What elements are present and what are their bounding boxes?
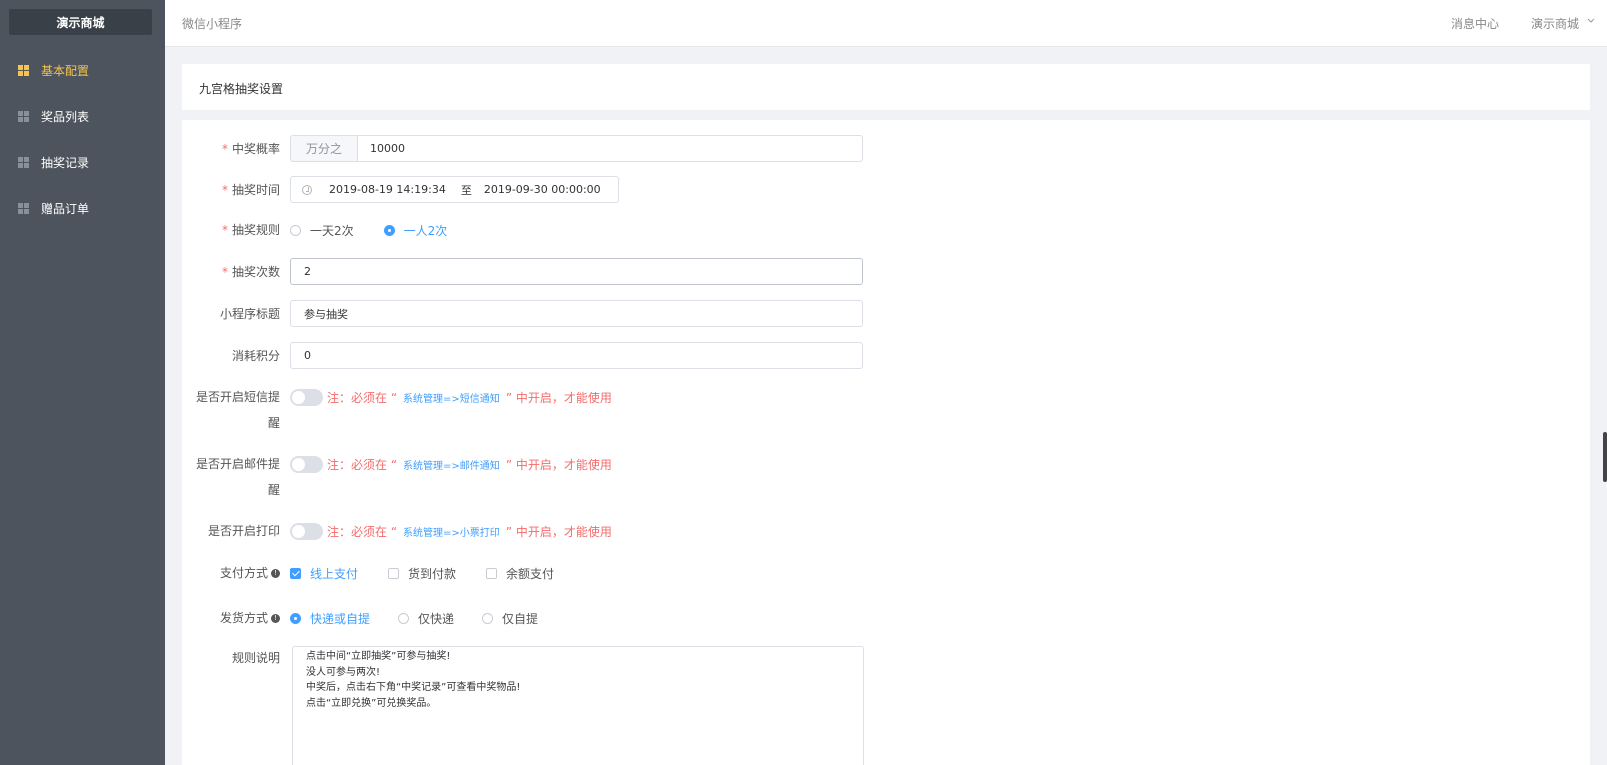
payment-row: 支付方式! 线上支付 货到付款 余额支付: [182, 560, 584, 586]
rules-line: 中奖后，点击右下角“中奖记录”可查看中奖物品!: [306, 682, 521, 693]
probability-row: * 中奖概率 万分之 10000: [182, 135, 863, 162]
chevron-down-icon[interactable]: [1587, 15, 1595, 27]
probability-label: * 中奖概率: [221, 141, 280, 156]
mail-label: 是否开启邮件提醒: [195, 457, 280, 497]
message-center-link[interactable]: 消息中心: [1451, 15, 1499, 32]
sms-label: 是否开启短信提醒: [195, 390, 280, 430]
time-label: * 抽奖时间: [221, 182, 280, 197]
sms-note: 注：必须在 “系统管理=>短信通知” 中开启，才能使用: [327, 390, 612, 405]
info-icon[interactable]: !: [271, 614, 280, 623]
delivery-radio-express-only[interactable]: 仅快递: [398, 610, 454, 627]
mail-settings-link[interactable]: 系统管理=>邮件通知: [403, 461, 500, 472]
sidebar-item-draw-records[interactable]: 抽奖记录: [0, 139, 165, 185]
mail-row: 是否开启邮件提醒 注：必须在 “系统管理=>邮件通知” 中开启，才能使用: [182, 451, 612, 503]
radio-circle-icon: [290, 612, 301, 624]
points-row: 消耗积分 0: [182, 342, 863, 369]
sms-toggle[interactable]: [290, 388, 323, 406]
count-label: * 抽奖次数: [221, 264, 280, 279]
rules-line: 没人可参与两次!: [306, 666, 381, 678]
grid-icon: [18, 64, 29, 76]
checkbox-icon: [290, 567, 301, 579]
rules-line: 点击“立即兑换”可兑换奖品。: [306, 697, 437, 709]
payment-online-checkbox[interactable]: 线上支付: [290, 565, 358, 582]
date-range-picker[interactable]: 2019-08-19 14:19:34 至 2019-09-30 00:00:0…: [290, 176, 619, 203]
checkbox-icon: [388, 567, 400, 579]
mini-title-input[interactable]: 参与抽奖: [290, 300, 863, 327]
count-input[interactable]: 2: [290, 258, 863, 285]
rules-text-row: 规则说明: [182, 646, 290, 670]
rule-radio-per-day[interactable]: 一天2次: [290, 222, 354, 239]
print-label: 是否开启打印: [207, 524, 280, 538]
range-separator: 至: [460, 183, 472, 197]
delivery-radio-pickup-only[interactable]: 仅自提: [482, 610, 538, 627]
sidebar: 演示商城 基本配置 奖品列表 抽奖记录 赠品订单: [0, 0, 165, 765]
shop-dropdown[interactable]: 演示商城: [1531, 15, 1579, 32]
rules-textarea[interactable]: 点击中间“立即抽奖”可参与抽奖! 没人可参与两次! 中奖后，点击右下角“中奖记录…: [292, 646, 864, 765]
probability-prepend: 万分之: [290, 135, 357, 162]
mail-note: 注：必须在 “系统管理=>邮件通知” 中开启，才能使用: [327, 457, 612, 472]
sidebar-item-gift-orders[interactable]: 赠品订单: [0, 185, 165, 231]
sidebar-item-label: 奖品列表: [41, 109, 90, 124]
grid-icon: [18, 202, 29, 214]
rule-row: * 抽奖规则 一天2次 一人2次: [182, 217, 475, 243]
mini-title-label: 小程序标题: [219, 306, 280, 321]
info-icon[interactable]: !: [271, 569, 280, 578]
points-label: 消耗积分: [231, 348, 280, 363]
print-row: 是否开启打印 注：必须在 “系统管理=>小票打印” 中开启，才能使用: [182, 518, 612, 544]
breadcrumb[interactable]: 微信小程序: [182, 15, 242, 32]
sidebar-nav: 基本配置 奖品列表 抽奖记录 赠品订单: [0, 47, 165, 231]
sidebar-item-label: 抽奖记录: [41, 155, 90, 170]
sidebar-item-basic-config[interactable]: 基本配置: [0, 47, 165, 93]
mini-title-row: 小程序标题 参与抽奖: [182, 300, 863, 327]
rules-line: 点击中间“立即抽奖”可参与抽奖!: [306, 651, 451, 662]
end-date-input[interactable]: 2019-09-30 00:00:00: [484, 183, 601, 196]
delivery-radio-express-or-pickup[interactable]: 快递或自提: [290, 610, 370, 627]
grid-icon: [18, 156, 29, 168]
sms-row: 是否开启短信提醒 注：必须在 “系统管理=>短信通知” 中开启，才能使用: [182, 384, 612, 436]
delivery-label: 发货方式!: [182, 605, 290, 631]
payment-label: 支付方式!: [182, 560, 290, 586]
clock-icon: [302, 184, 312, 195]
grid-icon: [18, 110, 29, 122]
print-settings-link[interactable]: 系统管理=>小票打印: [403, 528, 500, 539]
rules-text-label: 规则说明: [231, 651, 280, 665]
radio-circle-icon: [398, 612, 410, 624]
top-bar: 微信小程序 消息中心 演示商城: [165, 0, 1607, 47]
mail-toggle[interactable]: [290, 455, 323, 473]
points-input[interactable]: 0: [290, 342, 863, 369]
payment-cod-checkbox[interactable]: 货到付款: [388, 565, 456, 582]
radio-circle-icon: [482, 612, 494, 624]
scrollbar-thumb[interactable]: [1603, 432, 1607, 482]
count-row: * 抽奖次数 2: [182, 258, 863, 285]
radio-circle-icon: [383, 224, 395, 236]
time-row: * 抽奖时间 2019-08-19 14:19:34 至 2019-09-30 0…: [182, 176, 619, 203]
print-toggle[interactable]: [290, 522, 323, 540]
panel-header: 九宫格抽奖设置: [182, 64, 1590, 110]
checkbox-icon: [486, 567, 498, 579]
payment-balance-checkbox[interactable]: 余额支付: [486, 565, 554, 582]
sidebar-item-prize-list[interactable]: 奖品列表: [0, 93, 165, 139]
sidebar-item-label: 赠品订单: [41, 201, 90, 216]
sidebar-item-label: 基本配置: [41, 63, 90, 78]
rule-label: * 抽奖规则: [221, 223, 280, 237]
print-note: 注：必须在 “系统管理=>小票打印” 中开启，才能使用: [327, 524, 612, 539]
rule-radio-per-person[interactable]: 一人2次: [383, 222, 447, 239]
settings-form: * 中奖概率 万分之 10000 * 抽奖时间 2019-08-19 14:19:3…: [182, 120, 1590, 765]
delivery-row: 发货方式! 快递或自提 仅快递 仅自提: [182, 605, 566, 631]
start-date-input[interactable]: 2019-08-19 14:19:34: [329, 183, 446, 196]
sms-settings-link[interactable]: 系统管理=>短信通知: [403, 394, 500, 405]
page-title: 九宫格抽奖设置: [199, 82, 284, 96]
brand-logo[interactable]: 演示商城: [9, 9, 152, 35]
probability-input[interactable]: 10000: [357, 135, 863, 162]
radio-circle-icon: [290, 224, 301, 236]
